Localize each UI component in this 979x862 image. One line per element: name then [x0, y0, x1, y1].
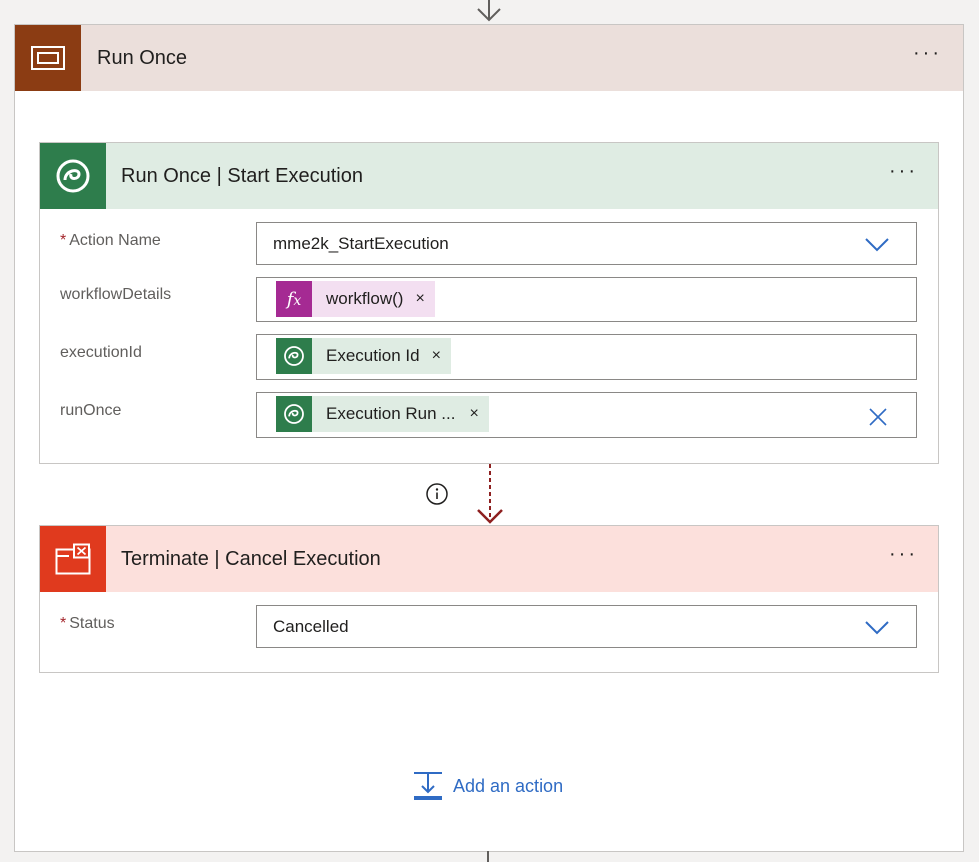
- fx-icon: fx: [276, 281, 312, 317]
- action-card-start-execution: Run Once | Start Execution ··· * Action N…: [39, 142, 939, 464]
- card-title: Run Once | Start Execution: [121, 165, 363, 187]
- clear-field-icon[interactable]: [869, 408, 887, 426]
- field-label-action-name: * Action Name: [60, 232, 161, 249]
- field-label-status: * Status: [60, 615, 115, 632]
- add-action-icon: [414, 772, 442, 800]
- card-header-start-execution[interactable]: Run Once | Start Execution ···: [40, 143, 938, 209]
- run-after-arrow-icon[interactable]: [475, 464, 505, 526]
- dynamic-content-token[interactable]: Execution Id ×: [276, 338, 451, 374]
- action-card-terminate: Terminate | Cancel Execution ··· * Status…: [39, 525, 939, 673]
- workflow-details-field[interactable]: fx workflow() ×: [256, 277, 917, 322]
- outgoing-connector-line: [487, 851, 489, 862]
- remove-token-button[interactable]: ×: [455, 405, 488, 423]
- terminate-icon: [40, 526, 106, 592]
- status-dropdown[interactable]: Cancelled: [256, 605, 917, 648]
- chevron-down-icon[interactable]: [864, 235, 890, 253]
- field-label-workflow-details: workflowDetails: [60, 286, 172, 303]
- card-title: Terminate | Cancel Execution: [121, 548, 381, 570]
- field-label-execution-id: executionId: [60, 344, 142, 361]
- dataverse-icon: [40, 143, 106, 209]
- scope-more-button[interactable]: ···: [913, 43, 942, 63]
- dataverse-icon: [276, 396, 312, 432]
- remove-token-button[interactable]: ×: [403, 290, 434, 308]
- add-action-label: Add an action: [453, 775, 564, 796]
- execution-id-field[interactable]: Execution Id ×: [256, 334, 917, 380]
- scope-icon: [15, 25, 81, 91]
- field-label-run-once: runOnce: [60, 402, 122, 419]
- chevron-down-icon[interactable]: [864, 618, 890, 636]
- card-header-terminate[interactable]: Terminate | Cancel Execution ···: [40, 526, 938, 592]
- card-more-button[interactable]: ···: [889, 544, 918, 564]
- remove-token-button[interactable]: ×: [420, 347, 451, 365]
- add-action-button[interactable]: Add an action: [413, 771, 563, 801]
- scope-header[interactable]: Run Once ···: [15, 25, 963, 91]
- action-name-value: mme2k_StartExecution: [273, 234, 449, 253]
- scope-run-once: Run Once ··· Run Once | Start Execution …: [14, 24, 964, 852]
- dataverse-icon: [276, 338, 312, 374]
- action-name-dropdown[interactable]: mme2k_StartExecution: [256, 222, 917, 265]
- status-value: Cancelled: [273, 617, 349, 636]
- scope-title: Run Once: [97, 47, 188, 69]
- run-once-field[interactable]: Execution Run ... ×: [256, 392, 917, 438]
- token-label: Execution Run ...: [326, 404, 456, 423]
- dynamic-content-token[interactable]: Execution Run ... ×: [276, 396, 489, 432]
- expression-token[interactable]: fx workflow() ×: [276, 281, 435, 317]
- token-label: workflow(): [326, 289, 404, 308]
- token-label: Execution Id: [326, 346, 420, 365]
- incoming-arrow-icon: [477, 0, 501, 22]
- info-icon[interactable]: [425, 482, 449, 506]
- required-mark: *: [60, 615, 67, 632]
- card-more-button[interactable]: ···: [889, 161, 918, 181]
- required-mark: *: [60, 232, 67, 249]
